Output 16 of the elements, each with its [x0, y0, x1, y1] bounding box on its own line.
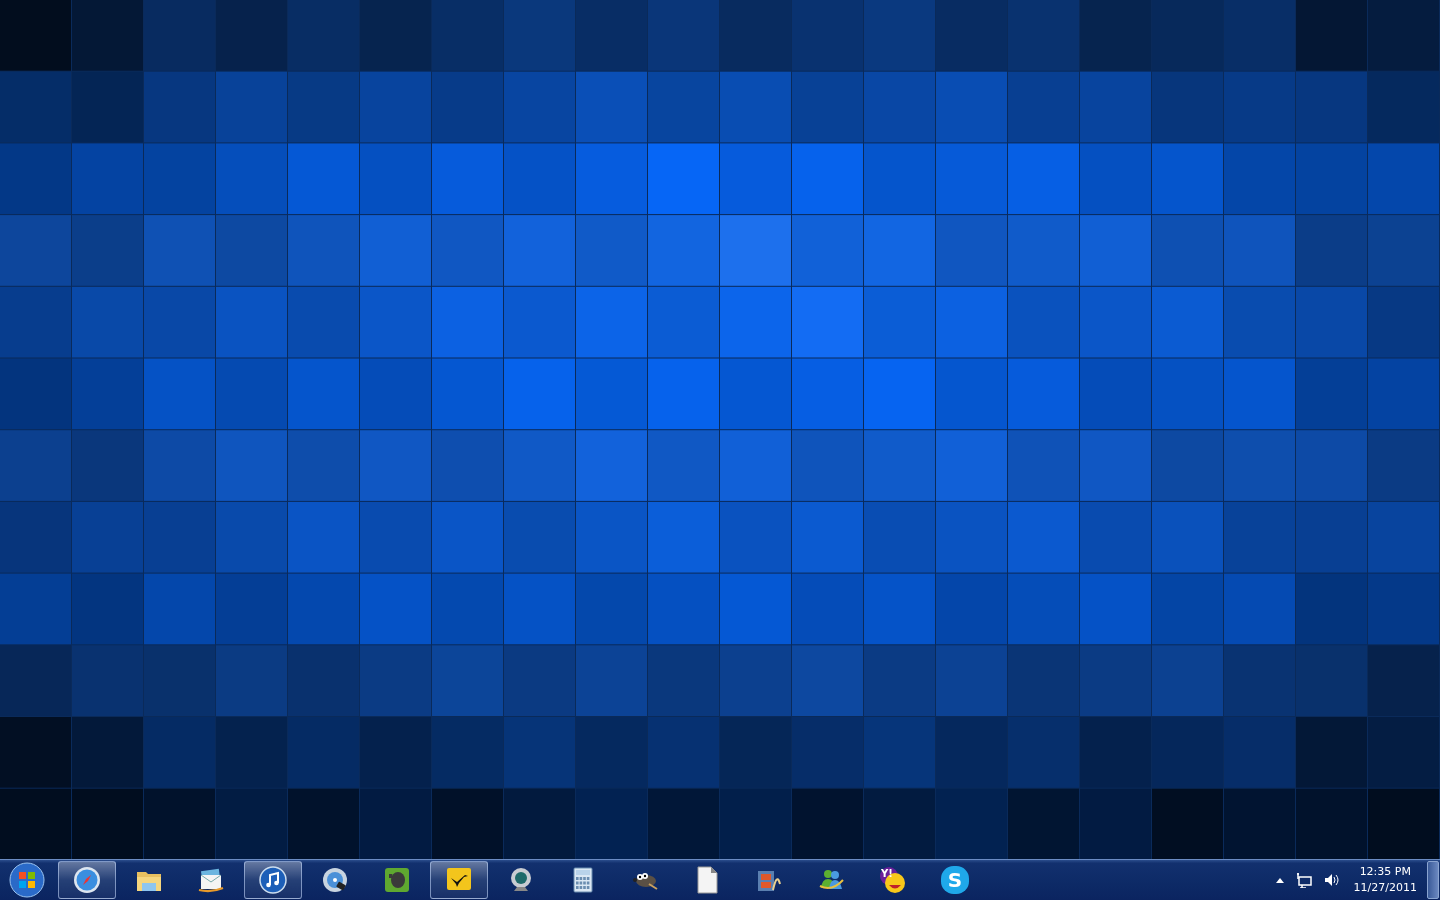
- taskbar-app-button[interactable]: [430, 861, 488, 899]
- taskbar-app-button[interactable]: Y!: [864, 861, 922, 899]
- skype-logo-icon: S: [941, 866, 969, 894]
- network-icon: [1295, 872, 1312, 888]
- taskbar-app-button[interactable]: [58, 861, 116, 899]
- taskbar-app-button[interactable]: [244, 861, 302, 899]
- clock-date: 11/27/2011: [1353, 880, 1417, 896]
- caret-icon: [1275, 877, 1284, 883]
- windows-orb-icon: [9, 862, 45, 898]
- clock-time: 12:35 PM: [1359, 864, 1411, 880]
- disc-icon: [321, 866, 349, 894]
- show-desktop-button[interactable]: [1427, 861, 1439, 899]
- envelope-icon: [197, 866, 225, 894]
- music-note-icon: [259, 866, 287, 894]
- compass-icon: [73, 866, 101, 894]
- speaker-icon: [1323, 873, 1340, 887]
